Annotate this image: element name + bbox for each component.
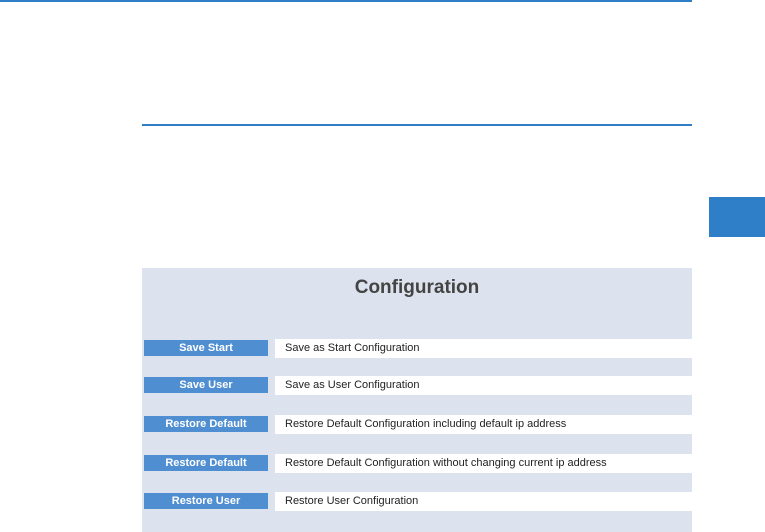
config-row-restore-default-keep-ip: Restore Default Restore Default Configur… bbox=[144, 454, 692, 473]
restore-user-button[interactable]: Restore User bbox=[144, 493, 268, 509]
configuration-panel: Configuration Save Start Save as Start C… bbox=[142, 268, 692, 532]
restore-user-description: Restore User Configuration bbox=[275, 492, 692, 511]
config-row-save-user: Save User Save as User Configuration bbox=[144, 376, 692, 395]
config-row-restore-user: Restore User Restore User Configuration bbox=[144, 492, 692, 511]
save-start-button[interactable]: Save Start bbox=[144, 340, 268, 356]
page: Configuration Save Start Save as Start C… bbox=[0, 0, 765, 532]
config-row-save-start: Save Start Save as Start Configuration bbox=[144, 339, 692, 358]
side-tab-marker bbox=[709, 197, 765, 237]
save-user-description: Save as User Configuration bbox=[275, 376, 692, 395]
config-row-restore-default-full: Restore Default Restore Default Configur… bbox=[144, 415, 692, 434]
save-user-button[interactable]: Save User bbox=[144, 377, 268, 393]
configuration-title: Configuration bbox=[354, 277, 480, 298]
top-divider bbox=[0, 0, 692, 2]
save-start-description: Save as Start Configuration bbox=[275, 339, 692, 358]
restore-default-keep-ip-description: Restore Default Configuration without ch… bbox=[275, 454, 692, 473]
section-divider bbox=[142, 124, 692, 126]
restore-default-description: Restore Default Configuration including … bbox=[275, 415, 692, 434]
restore-default-button[interactable]: Restore Default bbox=[144, 416, 268, 432]
restore-default-keep-ip-button[interactable]: Restore Default bbox=[144, 455, 268, 471]
